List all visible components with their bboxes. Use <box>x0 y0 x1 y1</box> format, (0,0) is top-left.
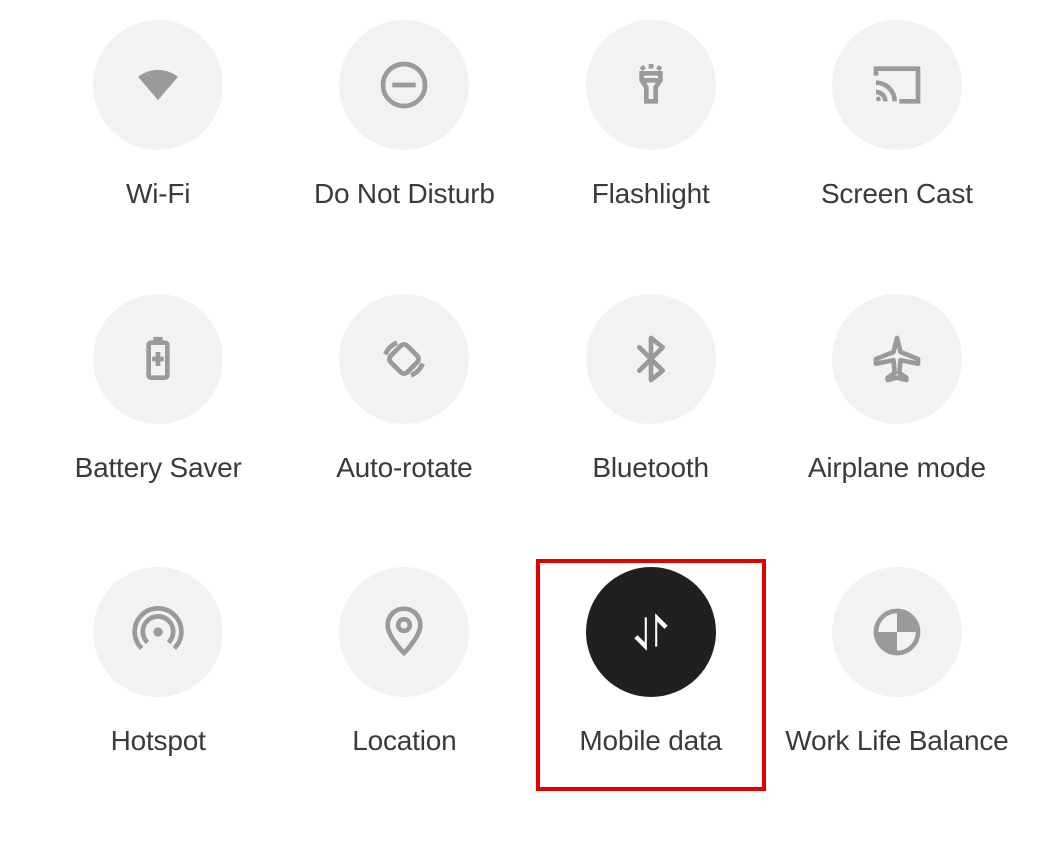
tile-hotspot[interactable]: Hotspot <box>35 557 281 831</box>
tile-airplane[interactable]: Airplane mode <box>774 284 1020 558</box>
tile-label: Do Not Disturb <box>314 178 495 210</box>
tile-worklife[interactable]: Work Life Balance <box>774 557 1020 831</box>
quick-settings-grid: Wi-Fi Do Not Disturb Flashlight <box>0 0 1055 841</box>
tile-label: Airplane mode <box>808 452 986 484</box>
globe-icon <box>832 567 962 697</box>
tile-label: Battery Saver <box>75 452 242 484</box>
bluetooth-icon <box>586 294 716 424</box>
tile-flashlight[interactable]: Flashlight <box>528 10 774 284</box>
battery-icon <box>93 294 223 424</box>
tile-label: Screen Cast <box>821 178 973 210</box>
tile-bluetooth[interactable]: Bluetooth <box>528 284 774 558</box>
tile-battery-saver[interactable]: Battery Saver <box>35 284 281 558</box>
tile-mobile-data[interactable]: Mobile data <box>528 557 774 831</box>
location-icon <box>339 567 469 697</box>
tile-location[interactable]: Location <box>281 557 527 831</box>
tile-label: Wi-Fi <box>126 178 190 210</box>
hotspot-icon <box>93 567 223 697</box>
wifi-icon <box>93 20 223 150</box>
airplane-icon <box>832 294 962 424</box>
tile-label: Hotspot <box>111 725 206 757</box>
rotate-icon <box>339 294 469 424</box>
tile-label: Location <box>352 725 456 757</box>
tile-label: Mobile data <box>579 725 722 757</box>
tile-label: Work Life Balance <box>785 725 1008 757</box>
tile-label: Auto-rotate <box>336 452 472 484</box>
flashlight-icon <box>586 20 716 150</box>
tile-screencast[interactable]: Screen Cast <box>774 10 1020 284</box>
tile-wifi[interactable]: Wi-Fi <box>35 10 281 284</box>
tile-autorotate[interactable]: Auto-rotate <box>281 284 527 558</box>
tile-dnd[interactable]: Do Not Disturb <box>281 10 527 284</box>
dnd-icon <box>339 20 469 150</box>
tile-label: Flashlight <box>592 178 710 210</box>
tile-label: Bluetooth <box>592 452 709 484</box>
data-icon <box>586 567 716 697</box>
cast-icon <box>832 20 962 150</box>
